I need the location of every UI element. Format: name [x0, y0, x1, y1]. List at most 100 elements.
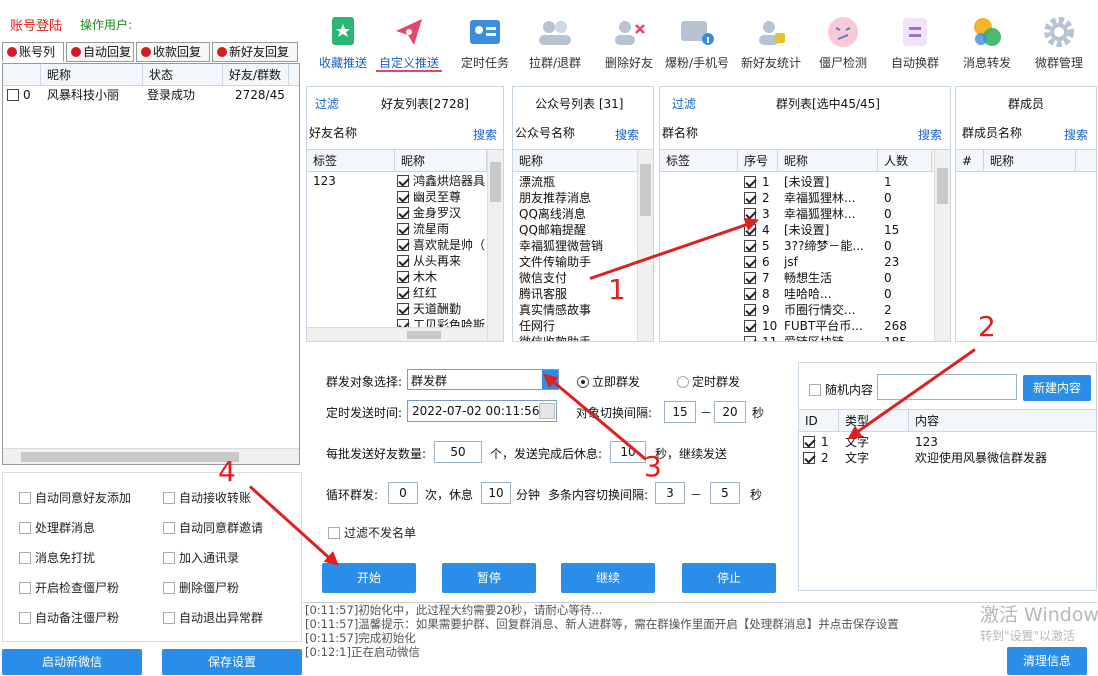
- friends-search-link[interactable]: 搜索: [473, 126, 497, 143]
- table-row[interactable]: 7 畅想生活 0: [660, 270, 932, 286]
- pause-button[interactable]: 暂停: [442, 563, 536, 593]
- list-item[interactable]: 鸿鑫烘焙器具: [397, 173, 485, 189]
- list-item[interactable]: 流星雨: [397, 221, 485, 237]
- loop-input[interactable]: 0: [388, 482, 418, 504]
- option-add-contacts[interactable]: 加入通讯录: [163, 549, 239, 566]
- toolbar-pull-exit-group[interactable]: 拉群/退群: [522, 14, 588, 71]
- multi-max-input[interactable]: 5: [710, 482, 740, 504]
- batch-input[interactable]: 50: [434, 441, 482, 463]
- groups-filter-link[interactable]: 过滤: [672, 95, 696, 112]
- groups-search-link[interactable]: 搜索: [918, 126, 942, 143]
- table-row[interactable]: 1 [未设置] 1: [660, 174, 932, 190]
- item-checkbox[interactable]: [397, 271, 409, 283]
- friends-vscroll[interactable]: [487, 150, 503, 341]
- list-item[interactable]: 木木: [397, 269, 485, 285]
- tab-accounts[interactable]: 账号列: [2, 42, 64, 62]
- list-item[interactable]: 喜欢就是帅（: [397, 237, 485, 253]
- option-remark-zombie[interactable]: 自动备注僵尸粉: [19, 609, 119, 626]
- list-item[interactable]: 任网行: [519, 318, 637, 334]
- list-item[interactable]: QQ离线消息: [519, 206, 637, 222]
- tab-auto-reply[interactable]: 自动回复: [66, 42, 134, 62]
- table-row[interactable]: 2 文字 欢迎使用风暴微信群发器: [799, 450, 1096, 466]
- list-item[interactable]: 从头再来: [397, 253, 485, 269]
- toolbar-bookmark-push[interactable]: 收藏推送: [310, 14, 376, 71]
- option-exit-abnormal-group[interactable]: 自动退出异常群: [163, 609, 263, 626]
- clear-log-button[interactable]: 清理信息: [1007, 647, 1087, 675]
- option-auto-accept-friend[interactable]: 自动同意好友添加: [19, 489, 131, 506]
- row-checkbox[interactable]: [803, 436, 815, 448]
- official-vscroll[interactable]: [637, 150, 653, 341]
- option-auto-receive-transfer[interactable]: 自动接收转账: [163, 489, 251, 506]
- new-content-button[interactable]: 新建内容: [1023, 375, 1091, 401]
- calendar-icon[interactable]: [539, 403, 555, 419]
- tab-new-friend-reply[interactable]: 新好友回复: [212, 42, 298, 62]
- table-row[interactable]: 10 FUBT平台币... 268: [660, 318, 932, 334]
- item-checkbox[interactable]: [397, 191, 409, 203]
- row-checkbox[interactable]: [744, 192, 756, 204]
- toolbar-fans-phone[interactable]: 爆粉/手机号: [664, 14, 730, 71]
- table-row[interactable]: 6 jsf 23: [660, 254, 932, 270]
- list-item[interactable]: 朋友推荐消息: [519, 190, 637, 206]
- radio-send-timed[interactable]: 定时群发: [677, 373, 740, 390]
- list-item[interactable]: 天道酬勤: [397, 301, 485, 317]
- item-checkbox[interactable]: [397, 239, 409, 251]
- option-handle-group-msg[interactable]: 处理群消息: [19, 519, 95, 536]
- toolbar-delete-friend[interactable]: 删除好友: [596, 14, 662, 71]
- item-checkbox[interactable]: [397, 303, 409, 315]
- friends-filter-link[interactable]: 过滤: [315, 95, 339, 112]
- item-checkbox[interactable]: [397, 207, 409, 219]
- list-item[interactable]: 幸福狐狸微营销: [519, 238, 637, 254]
- groups-vscroll[interactable]: [934, 150, 950, 341]
- friends-hscroll[interactable]: [307, 327, 487, 341]
- continue-button[interactable]: 继续: [561, 563, 655, 593]
- loop-rest-input[interactable]: 10: [481, 482, 511, 504]
- save-settings-button[interactable]: 保存设置: [162, 649, 302, 675]
- option-auto-accept-invite[interactable]: 自动同意群邀请: [163, 519, 263, 536]
- start-new-wechat-button[interactable]: 启动新微信: [2, 649, 142, 675]
- table-row[interactable]: 4 [未设置] 15: [660, 222, 932, 238]
- list-item[interactable]: 金身罗汉: [397, 205, 485, 221]
- toolbar-new-friend-stats[interactable]: 新好友统计: [738, 14, 804, 71]
- option-mute[interactable]: 消息免打扰: [19, 549, 95, 566]
- row-checkbox[interactable]: [744, 320, 756, 332]
- datetime-input[interactable]: 2022-07-02 00:11:56: [407, 400, 557, 422]
- switch-max-input[interactable]: 20: [714, 401, 746, 423]
- list-item[interactable]: 漂流瓶: [519, 174, 637, 190]
- table-row[interactable]: 1 文字 123: [799, 434, 1096, 450]
- item-checkbox[interactable]: [397, 175, 409, 187]
- table-row[interactable]: 3 幸福狐狸林... 0: [660, 206, 932, 222]
- list-item[interactable]: 红红: [397, 285, 485, 301]
- row-checkbox[interactable]: [744, 176, 756, 188]
- multi-min-input[interactable]: 3: [655, 482, 685, 504]
- toolbar-message-forward[interactable]: 消息转发: [954, 14, 1020, 71]
- target-select[interactable]: 群发群: [407, 369, 559, 390]
- item-checkbox[interactable]: [397, 223, 409, 235]
- list-item[interactable]: 幽灵至尊: [397, 189, 485, 205]
- members-search-link[interactable]: 搜索: [1064, 126, 1088, 143]
- toolbar-zombie-check[interactable]: 僵尸检测: [810, 14, 876, 71]
- filter-blacklist-checkbox[interactable]: 过滤不发名单: [328, 524, 416, 541]
- row-checkbox[interactable]: [744, 288, 756, 300]
- radio-send-now[interactable]: 立即群发: [577, 373, 640, 390]
- option-check-zombie[interactable]: 开启检查僵尸粉: [19, 579, 119, 596]
- toolbar-custom-push[interactable]: 自定义推送: [376, 14, 442, 72]
- table-row[interactable]: 9 币圈行情交... 2: [660, 302, 932, 318]
- row-checkbox[interactable]: [7, 89, 19, 101]
- switch-min-input[interactable]: 15: [664, 401, 696, 423]
- row-checkbox[interactable]: [744, 240, 756, 252]
- table-row[interactable]: 8 哇哈哈... 0: [660, 286, 932, 302]
- table-row[interactable]: 0 风暴科技小丽 登录成功 2728/45: [3, 86, 299, 104]
- toolbar-scheduled-task[interactable]: 定时任务: [452, 14, 518, 71]
- row-checkbox[interactable]: [744, 256, 756, 268]
- table-row[interactable]: 11 爱链区块链 185: [660, 334, 932, 341]
- list-item[interactable]: QQ邮箱提醒: [519, 222, 637, 238]
- toolbar-group-management[interactable]: 微群管理: [1026, 14, 1092, 71]
- row-checkbox[interactable]: [744, 272, 756, 284]
- tab-payment-reply[interactable]: 收款回复: [136, 42, 210, 62]
- log-area[interactable]: [0:11:57]初始化中，此过程大约需要20秒，请耐心等待... [0:11:…: [303, 602, 1097, 676]
- official-search-link[interactable]: 搜索: [615, 126, 639, 143]
- stop-button[interactable]: 停止: [682, 563, 776, 593]
- item-checkbox[interactable]: [397, 255, 409, 267]
- list-item[interactable]: 微信收款助手: [519, 334, 637, 341]
- row-checkbox[interactable]: [744, 304, 756, 316]
